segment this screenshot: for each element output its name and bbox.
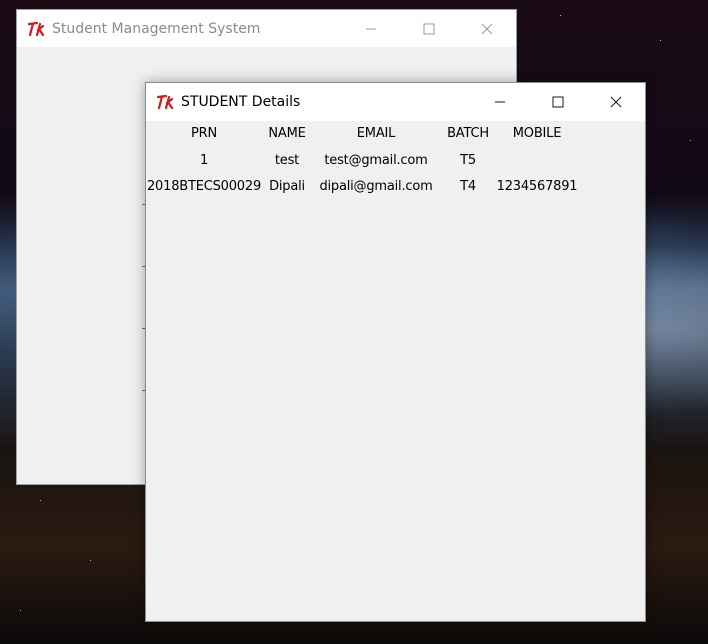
close-button[interactable] — [587, 83, 645, 120]
student-details-window[interactable]: STUDENT Details PRN NAME EMAIL BATCH MOB… — [145, 82, 646, 622]
maximize-button[interactable] — [529, 83, 587, 120]
maximize-icon — [552, 96, 564, 107]
cell-prn: 2018BTECS00029 — [146, 179, 262, 194]
cell-batch: T5 — [460, 153, 476, 168]
header-batch: BATCH — [447, 126, 489, 141]
main-window-titlebar[interactable]: Student Management System — [17, 10, 516, 47]
cell-prn: 1 — [199, 153, 209, 168]
cell-email: dipali@gmail.com — [319, 179, 433, 194]
maximize-icon — [423, 23, 435, 34]
close-icon — [481, 23, 493, 34]
details-window-title: STUDENT Details — [181, 94, 301, 110]
header-prn: PRN — [191, 126, 217, 141]
cell-mobile: 1234567891 — [496, 179, 578, 194]
minimize-icon — [366, 28, 376, 29]
minimize-icon — [495, 101, 505, 102]
cell-name: Dipali — [269, 179, 305, 194]
tk-logo-icon — [157, 94, 175, 110]
close-icon — [610, 96, 622, 107]
tk-logo-icon — [28, 21, 46, 37]
minimize-button[interactable] — [342, 10, 400, 47]
header-name: NAME — [268, 126, 306, 141]
cell-batch: T4 — [460, 179, 476, 194]
cell-name: test — [274, 153, 300, 168]
maximize-button[interactable] — [400, 10, 458, 47]
header-email: EMAIL — [356, 126, 396, 141]
cell-email: test@gmail.com — [324, 153, 428, 168]
header-mobile: MOBILE — [512, 126, 562, 141]
close-button[interactable] — [458, 10, 516, 47]
main-window-title: Student Management System — [52, 20, 261, 37]
details-window-titlebar[interactable]: STUDENT Details — [146, 83, 645, 121]
minimize-button[interactable] — [471, 83, 529, 120]
